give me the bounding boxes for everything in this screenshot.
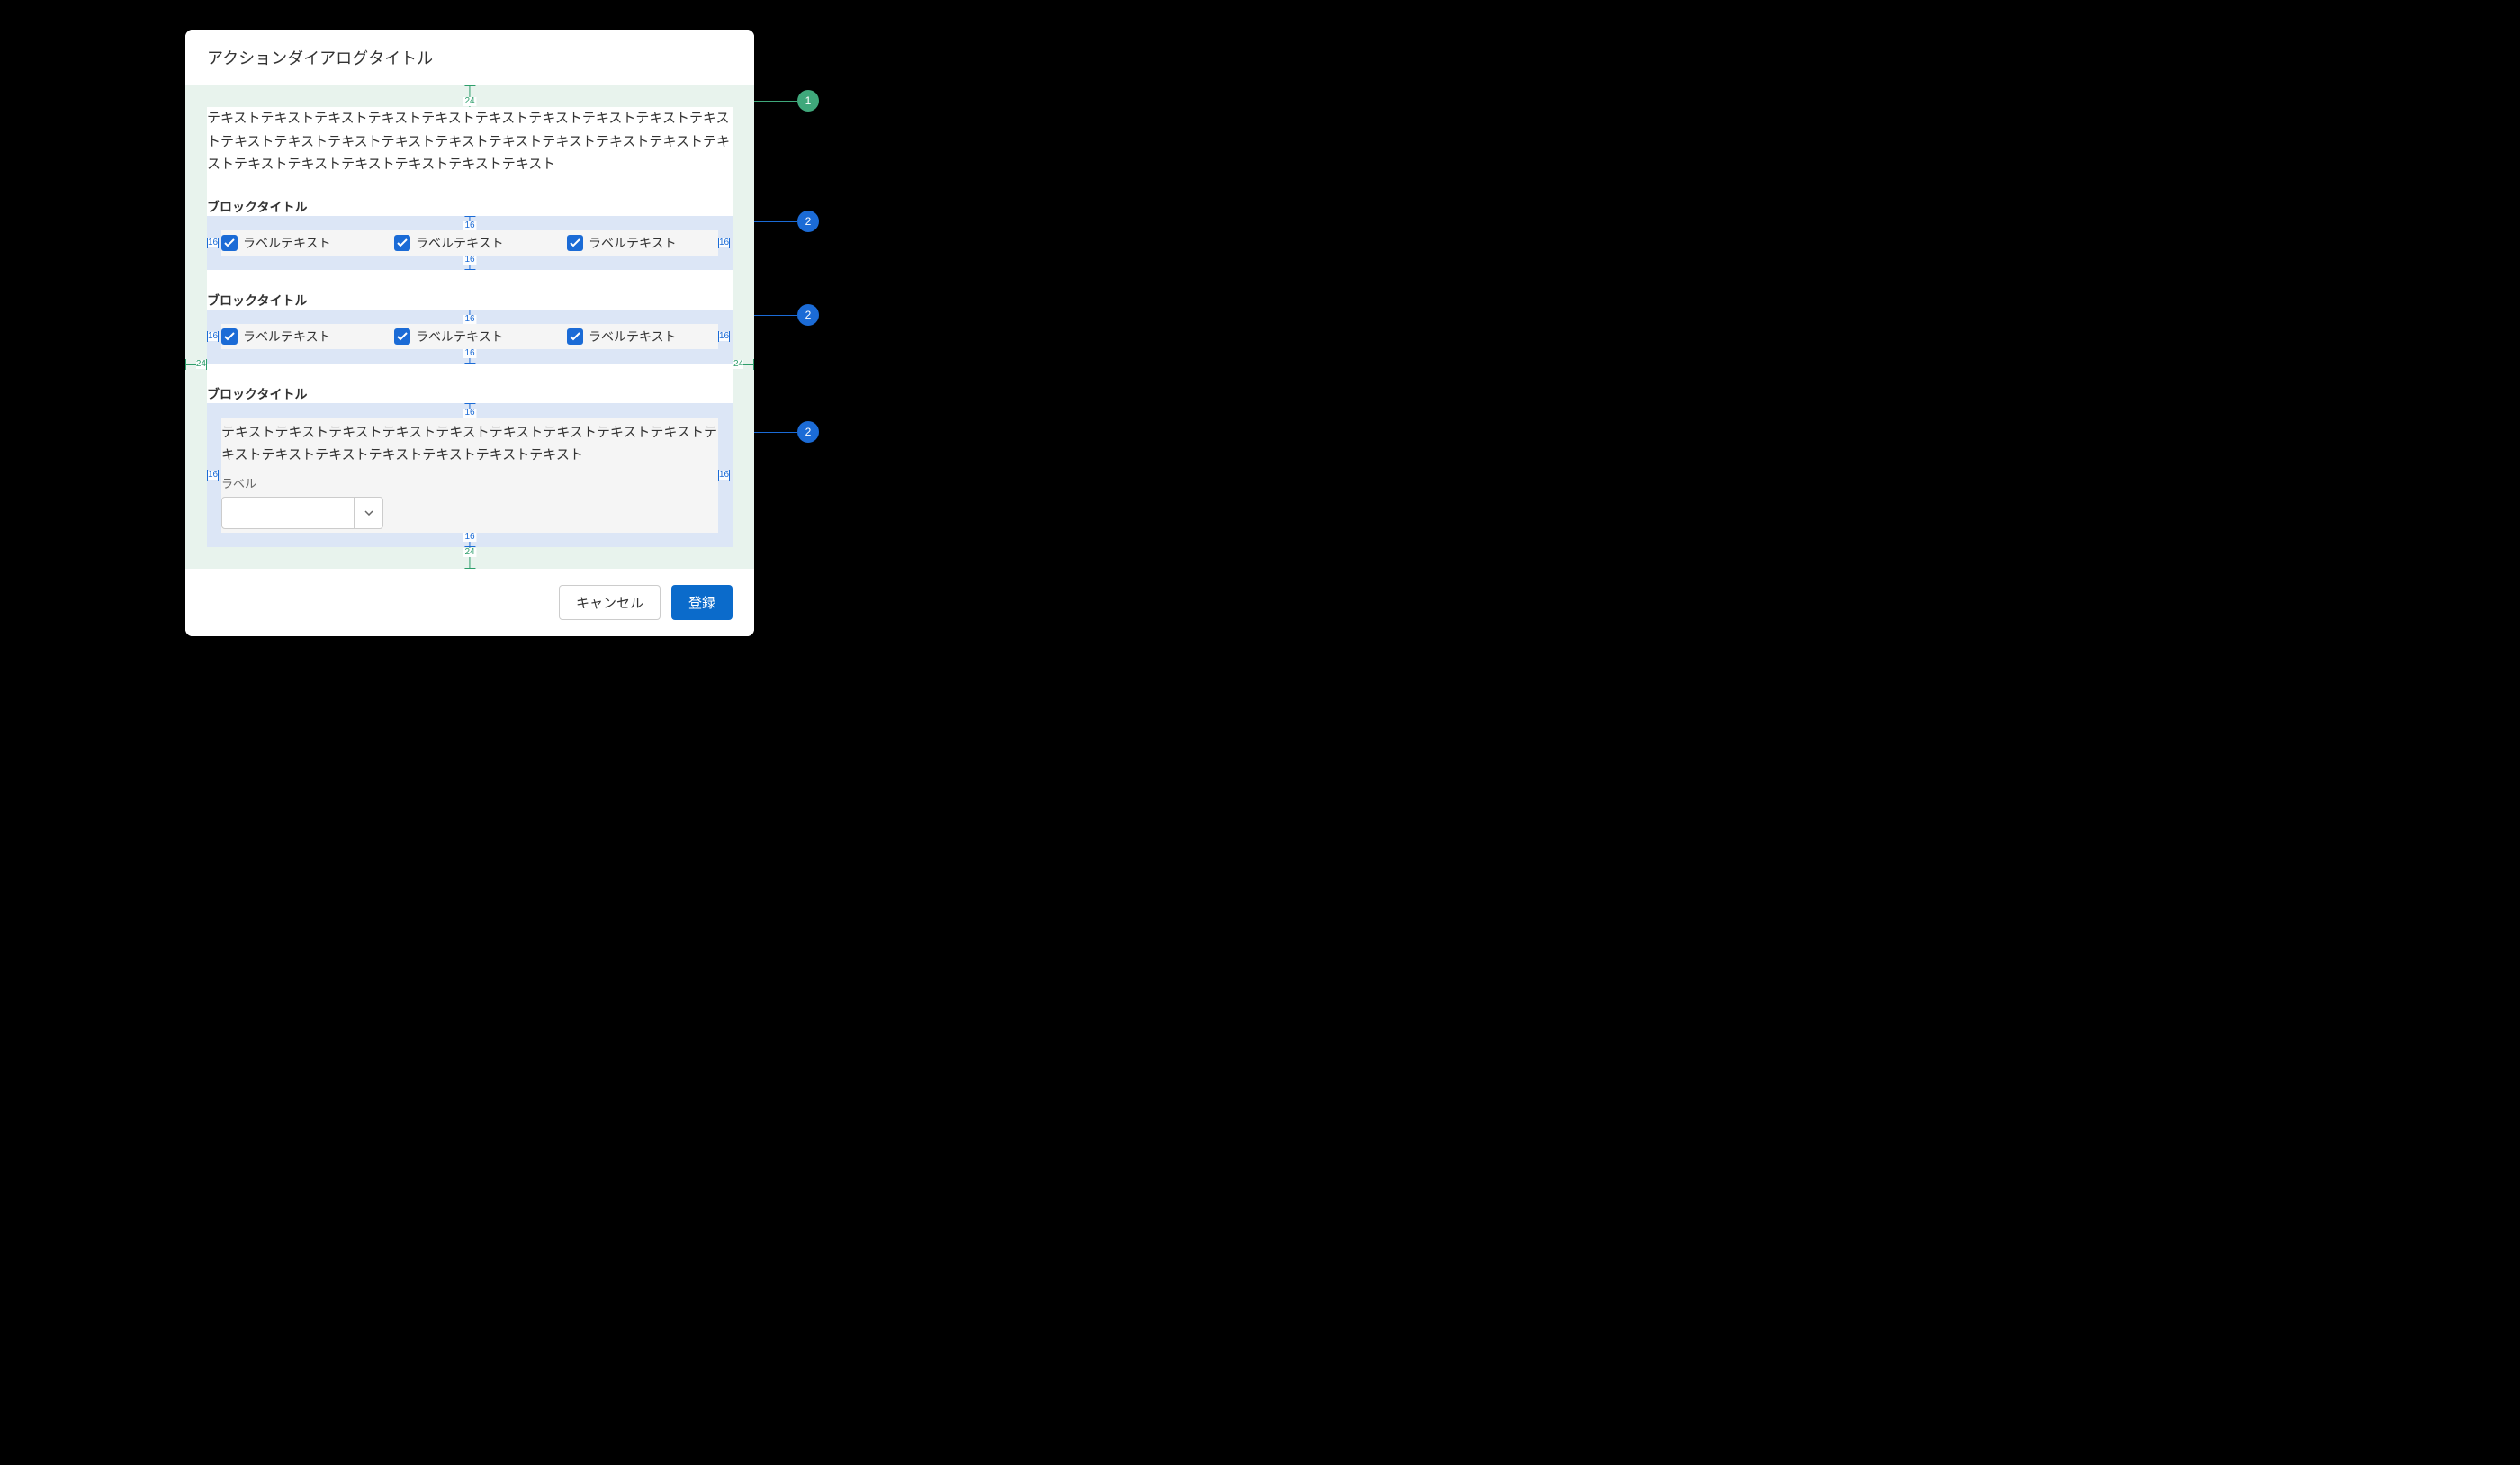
checkbox-item[interactable]: ラベルテキスト [394, 234, 545, 252]
spacing-label: 16 [719, 238, 729, 247]
checkbox-item[interactable]: ラベルテキスト [394, 328, 545, 346]
block-title: ブロックタイトル [207, 385, 733, 403]
checkbox-item[interactable]: ラベルテキスト [567, 328, 718, 346]
checkbox-label: ラベルテキスト [416, 234, 504, 252]
dialog-title: アクションダイアログタイトル [207, 46, 733, 69]
content-zone: 16 16 16 テキストテキストテキストテキストテキストテキストテキストテキス… [207, 403, 733, 547]
checkbox-zone: 16 16 16 ラベルテキスト ラベルテキスト [207, 216, 733, 270]
checkbox-item[interactable]: ラベルテキスト [567, 234, 718, 252]
checkbox-checked-icon [221, 235, 238, 251]
dialog-header: アクションダイアログタイトル [185, 30, 754, 85]
checkbox-checked-icon [567, 328, 583, 345]
block-content-text: テキストテキストテキストテキストテキストテキストテキストテキストテキストテキスト… [221, 421, 718, 467]
block-title: ブロックタイトル [207, 292, 733, 310]
dialog-body: 24 24 24 テキストテキストテキストテキストテキストテキストテキストテキス… [185, 85, 754, 569]
checkbox-label: ラベルテキスト [589, 234, 677, 252]
spacing-label: 24 [734, 360, 743, 369]
callout-badge: 2 [754, 304, 819, 326]
spacing-label: 16 [463, 533, 476, 542]
spacing-label: 24 [463, 548, 476, 557]
action-dialog: アクションダイアログタイトル 24 24 24 [185, 30, 754, 636]
checkbox-label: ラベルテキスト [243, 234, 331, 252]
callout-number: 1 [797, 90, 819, 112]
spacing-label: 24 [463, 97, 476, 106]
spacing-label: 16 [208, 238, 218, 247]
callout-badge: 2 [754, 211, 819, 232]
dialog-description: テキストテキストテキストテキストテキストテキストテキストテキストテキストテキスト… [207, 107, 733, 176]
spacing-label: 16 [463, 315, 476, 324]
select-label: ラベル [221, 474, 718, 491]
callout-number: 2 [797, 304, 819, 326]
select-input[interactable] [221, 497, 383, 529]
callout-number: 2 [797, 421, 819, 443]
checkbox-checked-icon [221, 328, 238, 345]
chevron-down-icon [354, 498, 382, 528]
checkbox-label: ラベルテキスト [416, 328, 504, 346]
checkbox-checked-icon [567, 235, 583, 251]
checkbox-item[interactable]: ラベルテキスト [221, 234, 373, 252]
spacing-label: 16 [719, 332, 729, 341]
dialog-footer: キャンセル 登録 [185, 569, 754, 636]
callout-badge: 1 [754, 90, 819, 112]
spacing-label: 16 [463, 349, 476, 358]
spacing-label: 16 [208, 471, 218, 480]
checkbox-zone: 16 16 16 ラベルテキスト ラベルテキスト [207, 310, 733, 364]
callout-badge: 2 [754, 421, 819, 443]
spacing-label: 16 [463, 221, 476, 230]
block-title: ブロックタイトル [207, 198, 733, 216]
checkbox-checked-icon [394, 328, 410, 345]
spacing-label: 24 [196, 360, 206, 369]
spacing-label: 16 [208, 332, 218, 341]
checkbox-item[interactable]: ラベルテキスト [221, 328, 373, 346]
callout-number: 2 [797, 211, 819, 232]
checkbox-label: ラベルテキスト [589, 328, 677, 346]
cancel-button[interactable]: キャンセル [559, 585, 661, 620]
spacing-label: 16 [719, 471, 729, 480]
submit-button[interactable]: 登録 [671, 585, 733, 620]
spacing-label: 16 [463, 409, 476, 418]
checkbox-label: ラベルテキスト [243, 328, 331, 346]
checkbox-checked-icon [394, 235, 410, 251]
spacing-label: 16 [463, 256, 476, 265]
